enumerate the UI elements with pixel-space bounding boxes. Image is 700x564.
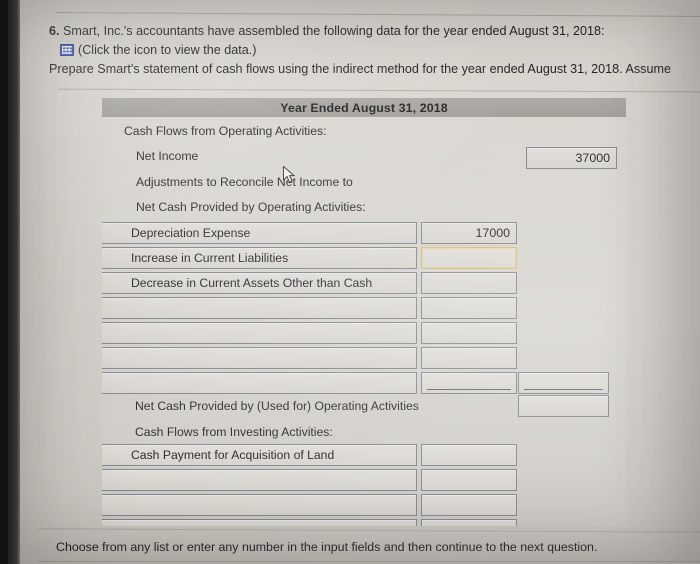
input-operating-amount-4[interactable]	[421, 297, 517, 319]
spreadsheet-grid-icon[interactable]	[60, 44, 74, 56]
screen-photo: 6. Smart, Inc.'s accountants have assemb…	[0, 0, 700, 564]
mouse-cursor-icon	[283, 166, 296, 183]
question-line-1: 6. Smart, Inc.'s accountants have assemb…	[49, 22, 700, 41]
divider-above-footer	[38, 528, 700, 533]
question-number: 6.	[49, 24, 60, 38]
input-operating-amount-1[interactable]: 17000	[421, 222, 517, 244]
dropdown-investing-row-1[interactable]: Cash Payment for Acquisition of Land	[102, 444, 417, 466]
label-investing-row-1: Cash Payment for Acquisition of Land	[131, 448, 335, 462]
divider-under-prompt	[58, 88, 700, 93]
input-operating-amount-2[interactable]	[421, 247, 517, 269]
footer-instruction: Choose from any list or enter any number…	[56, 540, 598, 554]
input-operating-amount-6[interactable]	[421, 347, 517, 369]
input-net-income-amount[interactable]: 37000	[526, 147, 617, 169]
divider-top	[56, 12, 700, 17]
input-operating-amount-7[interactable]	[421, 372, 517, 394]
click-icon-text: (Click the icon to view the data.)	[78, 43, 257, 57]
dropdown-investing-row-3[interactable]	[102, 494, 417, 516]
section-adjustments-line-2: Net Cash Provided by Operating Activitie…	[136, 200, 366, 214]
dropdown-operating-row-6[interactable]	[102, 347, 417, 369]
question-prompt: 6. Smart, Inc.'s accountants have assemb…	[49, 22, 700, 79]
section-adjustments-line-1: Adjustments to Reconcile Net Income to	[136, 175, 353, 189]
dropdown-operating-row-2[interactable]: Increase in Current Liabilities	[102, 247, 417, 269]
label-operating-row-1: Depreciation Expense	[131, 226, 251, 240]
data-icon-link-row[interactable]: (Click the icon to view the data.)	[60, 41, 700, 60]
input-operating-subtotal-7[interactable]	[518, 372, 609, 394]
dropdown-investing-row-2[interactable]	[102, 469, 417, 491]
question-line-3: Prepare Smart's statement of cash flows …	[49, 62, 671, 76]
statement-header: Year Ended August 31, 2018	[102, 98, 626, 117]
dropdown-operating-row-7[interactable]	[102, 372, 417, 394]
dropdown-operating-row-1[interactable]: Depreciation Expense	[102, 222, 417, 244]
dropdown-operating-row-4[interactable]	[102, 297, 417, 319]
input-net-cash-operating[interactable]	[518, 395, 609, 417]
dropdown-operating-row-5[interactable]	[102, 322, 417, 344]
input-investing-amount-3[interactable]	[421, 494, 517, 516]
label-operating-row-3: Decrease in Current Assets Other than Ca…	[131, 276, 373, 290]
input-operating-amount-3[interactable]	[421, 272, 517, 294]
value-net-income: 37000	[575, 151, 610, 165]
label-net-cash-operating: Net Cash Provided by (Used for) Operatin…	[135, 399, 419, 413]
input-investing-amount-1[interactable]	[421, 444, 517, 466]
question-text-1: Smart, Inc.'s accountants have assembled…	[63, 24, 605, 38]
dropdown-operating-row-3[interactable]: Decrease in Current Assets Other than Ca…	[102, 272, 417, 294]
input-investing-amount-2[interactable]	[421, 469, 517, 491]
label-operating-row-2: Increase in Current Liabilities	[131, 251, 289, 265]
total-underline-subtotal	[524, 389, 603, 390]
value-operating-amount-1: 17000	[475, 226, 510, 240]
dropdown-investing-row-4[interactable]	[102, 519, 417, 526]
monitor-bezel-edge	[0, 0, 8, 564]
cash-flow-statement-panel: Year Ended August 31, 2018 Cash Flows fr…	[102, 96, 626, 526]
section-investing-activities: Cash Flows from Investing Activities:	[135, 425, 333, 439]
total-underline-amount	[427, 389, 511, 390]
input-investing-amount-4[interactable]	[421, 519, 517, 526]
input-operating-amount-5[interactable]	[421, 322, 517, 344]
divider-bottom	[38, 561, 700, 562]
section-operating-activities: Cash Flows from Operating Activities:	[124, 124, 327, 138]
browser-page: 6. Smart, Inc.'s accountants have assemb…	[18, 0, 700, 564]
row-label-net-income: Net Income	[136, 149, 199, 163]
